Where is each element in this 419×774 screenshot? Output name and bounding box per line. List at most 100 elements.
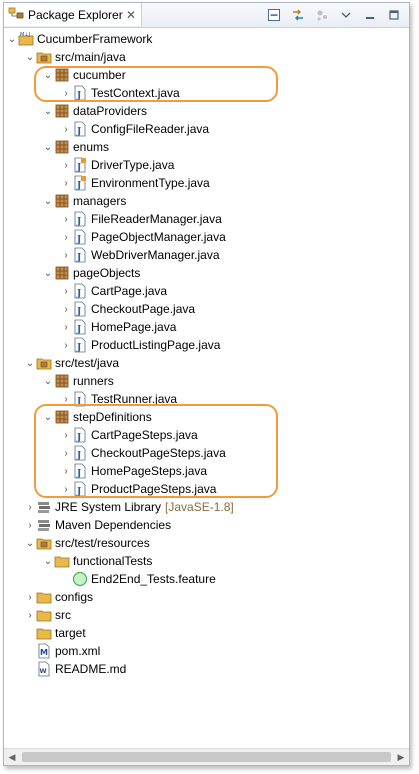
folder-icon <box>36 607 52 623</box>
tree-item-label: End2End_Tests.feature <box>91 572 216 586</box>
tree-item-drivertype[interactable]: › J DriverType.java <box>4 156 409 174</box>
tree-item-checkoutpage[interactable]: › J CheckoutPage.java <box>4 300 409 318</box>
tree-item-filereadermanager[interactable]: › J FileReaderManager.java <box>4 210 409 228</box>
chevron-down-icon[interactable]: ⌄ <box>42 102 54 120</box>
tree-item-productpagesteps[interactable]: › J ProductPageSteps.java <box>4 480 409 498</box>
tree-item-testrunner[interactable]: › J TestRunner.java <box>4 390 409 408</box>
chevron-right-icon[interactable]: › <box>60 390 72 408</box>
java-file-icon: J <box>72 427 88 443</box>
chevron-right-icon[interactable]: › <box>24 516 36 534</box>
tree-item-readme[interactable]: W README.md <box>4 660 409 678</box>
minimize-button[interactable] <box>361 6 379 24</box>
chevron-down-icon[interactable]: ⌄ <box>42 66 54 84</box>
chevron-right-icon[interactable]: › <box>24 498 36 516</box>
tree-item-pkg-dataproviders[interactable]: ⌄ dataProviders <box>4 102 409 120</box>
chevron-right-icon[interactable]: › <box>60 246 72 264</box>
folder-icon <box>36 625 52 641</box>
tree-item-label: ProductPageSteps.java <box>91 482 217 496</box>
tree-item-src-test-java[interactable]: ⌄ src/test/java <box>4 354 409 372</box>
chevron-right-icon[interactable]: › <box>60 210 72 228</box>
minimize-icon <box>366 17 374 19</box>
tree-item-label: HomePage.java <box>91 320 177 334</box>
view-menu-button[interactable] <box>337 6 355 24</box>
chevron-down-icon[interactable]: ⌄ <box>42 138 54 156</box>
chevron-down-icon[interactable]: ⌄ <box>42 552 54 570</box>
maximize-button[interactable] <box>385 6 403 24</box>
collapse-all-button[interactable] <box>265 6 283 24</box>
chevron-right-icon[interactable]: › <box>60 84 72 102</box>
tree-item-cartpagesteps[interactable]: › J CartPageSteps.java <box>4 426 409 444</box>
tree-item-jre-library[interactable]: › JRE System Library [JavaSE-1.8] <box>4 498 409 516</box>
java-file-icon: J <box>72 445 88 461</box>
scrollbar-thumb[interactable] <box>22 752 391 762</box>
tree-item-maven-dependencies[interactable]: › Maven Dependencies <box>4 516 409 534</box>
tree-item-webdrivermanager[interactable]: › J WebDriverManager.java <box>4 246 409 264</box>
chevron-right-icon[interactable]: › <box>60 426 72 444</box>
tab-package-explorer[interactable]: Package Explorer ✕ <box>4 3 142 26</box>
chevron-right-icon[interactable]: › <box>60 228 72 246</box>
tree-item-environmenttype[interactable]: › J EnvironmentType.java <box>4 174 409 192</box>
source-folder-icon <box>36 535 52 551</box>
chevron-right-icon[interactable]: › <box>60 120 72 138</box>
chevron-down-icon[interactable]: ⌄ <box>6 30 18 48</box>
close-icon[interactable]: ✕ <box>125 8 137 22</box>
tree-item-testcontext[interactable]: › J TestContext.java <box>4 84 409 102</box>
java-file-icon: J <box>72 211 88 227</box>
tree-item-pkg-cucumber[interactable]: ⌄ cucumber <box>4 66 409 84</box>
chevron-down-icon[interactable]: ⌄ <box>24 354 36 372</box>
tree-item-cartpage[interactable]: › J CartPage.java <box>4 282 409 300</box>
chevron-right-icon[interactable]: › <box>60 300 72 318</box>
tree-item-checkoutpagesteps[interactable]: › J CheckoutPageSteps.java <box>4 444 409 462</box>
tree-item-target[interactable]: target <box>4 624 409 642</box>
tree-item-pkg-stepdefinitions[interactable]: ⌄ stepDefinitions <box>4 408 409 426</box>
java-file-icon: J <box>72 85 88 101</box>
chevron-down-icon[interactable]: ⌄ <box>42 408 54 426</box>
chevron-right-icon[interactable]: › <box>60 480 72 498</box>
chevron-down-icon[interactable]: ⌄ <box>24 48 36 66</box>
scroll-right-icon[interactable]: ▶ <box>393 749 409 765</box>
package-tree: ⌄ M↓J CucumberFramework ⌄ src/main/java … <box>4 28 409 748</box>
svg-text:J: J <box>76 343 81 353</box>
tree-item-feature-file[interactable]: End2End_Tests.feature <box>4 570 409 588</box>
tree-item-productlistingpage[interactable]: › J ProductListingPage.java <box>4 336 409 354</box>
chevron-down-icon[interactable]: ⌄ <box>42 192 54 210</box>
tree-item-src-test-resources[interactable]: ⌄ src/test/resources <box>4 534 409 552</box>
tree-item-pkg-runners[interactable]: ⌄ runners <box>4 372 409 390</box>
markdown-file-icon: W <box>36 661 52 677</box>
tree-item-src[interactable]: › src <box>4 606 409 624</box>
tree-item-homepagesteps[interactable]: › J HomePageSteps.java <box>4 462 409 480</box>
tree-item-label: stepDefinitions <box>73 410 152 424</box>
chevron-right-icon[interactable]: › <box>60 282 72 300</box>
svg-text:W: W <box>40 667 47 675</box>
tree-item-pkg-enums[interactable]: ⌄ enums <box>4 138 409 156</box>
chevron-right-icon[interactable]: › <box>60 336 72 354</box>
tree-item-pom[interactable]: M pom.xml <box>4 642 409 660</box>
tree-item-configs[interactable]: › configs <box>4 588 409 606</box>
scroll-left-icon[interactable]: ◀ <box>4 749 20 765</box>
chevron-down-icon[interactable]: ⌄ <box>42 372 54 390</box>
chevron-right-icon[interactable]: › <box>60 174 72 192</box>
chevron-down-icon[interactable]: ⌄ <box>42 264 54 282</box>
folder-icon <box>54 553 70 569</box>
package-icon <box>54 409 70 425</box>
chevron-right-icon[interactable]: › <box>60 444 72 462</box>
focus-on-task-button[interactable] <box>313 6 331 24</box>
tree-item-project[interactable]: ⌄ M↓J CucumberFramework <box>4 30 409 48</box>
chevron-right-icon[interactable]: › <box>60 156 72 174</box>
chevron-right-icon[interactable]: › <box>24 588 36 606</box>
tree-item-configfilereader[interactable]: › J ConfigFileReader.java <box>4 120 409 138</box>
chevron-right-icon[interactable]: › <box>60 462 72 480</box>
tree-item-src-main-java[interactable]: ⌄ src/main/java <box>4 48 409 66</box>
link-with-editor-button[interactable] <box>289 6 307 24</box>
horizontal-scrollbar[interactable]: ◀ ▶ <box>4 748 409 765</box>
chevron-right-icon[interactable]: › <box>24 606 36 624</box>
tree-item-functionaltests[interactable]: ⌄ functionalTests <box>4 552 409 570</box>
tree-item-homepage[interactable]: › J HomePage.java <box>4 318 409 336</box>
chevron-down-icon[interactable]: ⌄ <box>24 534 36 552</box>
tree-item-pkg-managers[interactable]: ⌄ managers <box>4 192 409 210</box>
tree-item-pageobjectmanager[interactable]: › J PageObjectManager.java <box>4 228 409 246</box>
chevron-right-icon[interactable]: › <box>60 318 72 336</box>
tree-item-pkg-pageobjects[interactable]: ⌄ pageObjects <box>4 264 409 282</box>
tree-item-label: TestRunner.java <box>91 392 178 406</box>
